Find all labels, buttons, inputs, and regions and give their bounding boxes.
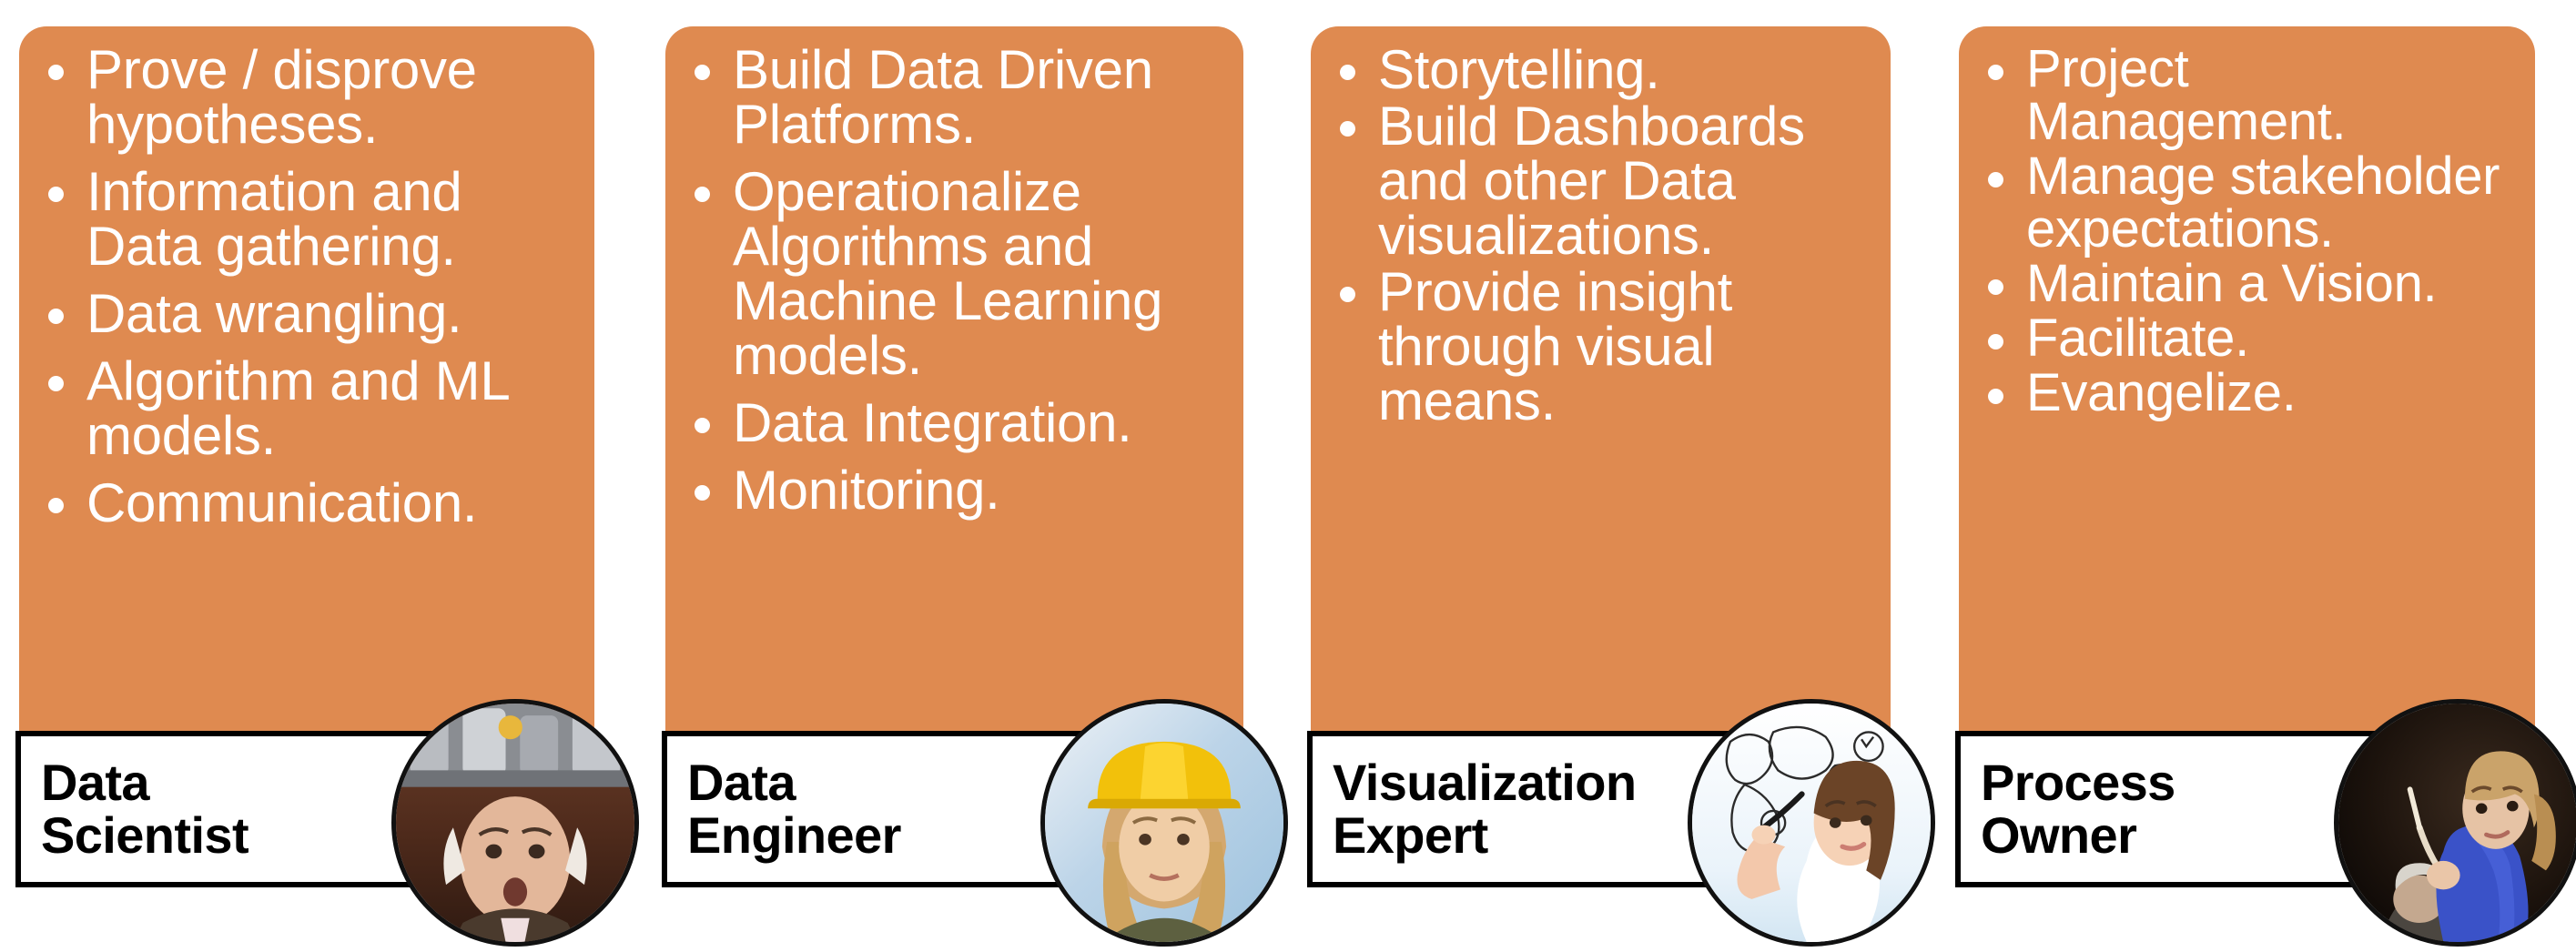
engineer-portrait-icon	[1040, 699, 1288, 947]
visualization-expert-portrait-icon	[1688, 699, 1935, 947]
list-item: Facilitate.	[1986, 312, 2522, 365]
role-title: Data Scientist	[41, 753, 249, 864]
list-item: Provide insight through visual means.	[1338, 265, 1878, 429]
list-item: Build Data Driven Platforms.	[693, 43, 1231, 152]
responsibilities-panel: Project Management. Manage stakeholder e…	[1959, 26, 2535, 810]
responsibilities-list: Build Data Driven Platforms. Operational…	[693, 43, 1231, 518]
roles-comparison-board: Prove / disprove hypotheses. Information…	[0, 0, 2576, 952]
list-item: Monitoring.	[693, 463, 1231, 518]
list-item: Communication.	[46, 476, 582, 531]
list-item: Manage stakeholder expectations.	[1986, 150, 2522, 256]
list-item: Operationalize Algorithms and Machine Le…	[693, 165, 1231, 383]
role-title: Data Engineer	[687, 753, 901, 864]
role-card-data-scientist[interactable]: Prove / disprove hypotheses. Information…	[15, 0, 639, 952]
list-item: Algorithm and ML models.	[46, 354, 582, 463]
responsibilities-list: Project Management. Manage stakeholder e…	[1986, 43, 2522, 420]
responsibilities-list: Prove / disprove hypotheses. Information…	[46, 43, 582, 531]
responsibilities-panel: Build Data Driven Platforms. Operational…	[665, 26, 1243, 810]
role-card-visualization-expert[interactable]: Storytelling. Build Dashboards and other…	[1307, 0, 1935, 952]
responsibilities-panel: Storytelling. Build Dashboards and other…	[1311, 26, 1891, 810]
scientist-portrait-icon	[391, 699, 639, 947]
responsibilities-list: Storytelling. Build Dashboards and other…	[1338, 43, 1878, 429]
process-owner-portrait-icon	[2334, 699, 2576, 947]
role-card-process-owner[interactable]: Project Management. Manage stakeholder e…	[1955, 0, 2576, 952]
responsibilities-panel: Prove / disprove hypotheses. Information…	[19, 26, 594, 810]
list-item: Data Integration.	[693, 396, 1231, 451]
list-item: Project Management.	[1986, 43, 2522, 148]
list-item: Information and Data gathering.	[46, 165, 582, 274]
list-item: Prove / disprove hypotheses.	[46, 43, 582, 152]
list-item: Maintain a Vision.	[1986, 258, 2522, 310]
role-title: Visualization Expert	[1333, 753, 1637, 864]
list-item: Evangelize.	[1986, 367, 2522, 420]
list-item: Build Dashboards and other Data visualiz…	[1338, 99, 1878, 263]
list-item: Data wrangling.	[46, 287, 582, 341]
list-item: Storytelling.	[1338, 43, 1878, 97]
role-card-data-engineer[interactable]: Build Data Driven Platforms. Operational…	[662, 0, 1288, 952]
role-title: Process Owner	[1981, 753, 2175, 864]
